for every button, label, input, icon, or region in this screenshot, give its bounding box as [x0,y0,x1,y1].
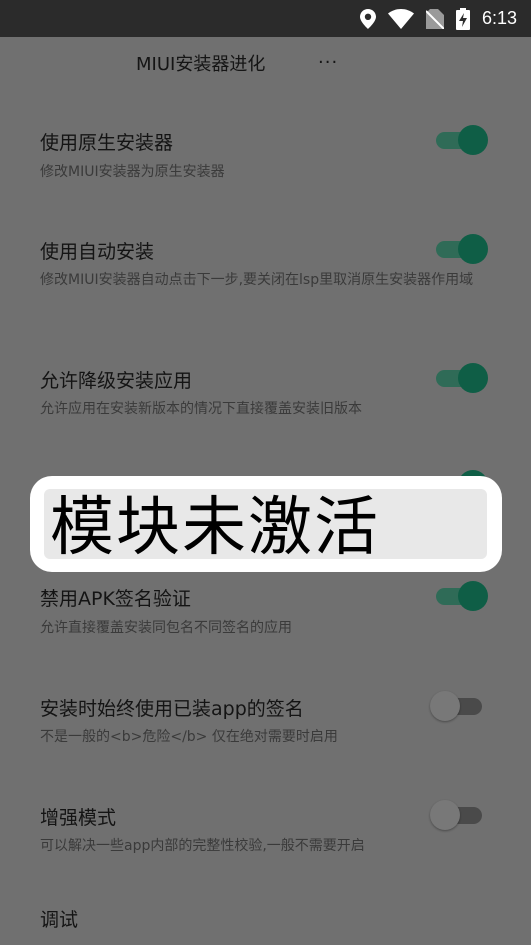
status-icons: 6:13 [359,6,517,31]
status-bar: 6:13 [0,0,531,37]
setting-subtitle: 可以解决一些app内部的完整性校验,一般不需要开启 [40,838,365,854]
setting-subtitle: 不是一般的<b>危险</b> 仅在绝对需要时启用 [40,729,338,745]
setting-title: 使用原生安装器 [40,132,174,154]
setting-subtitle: 允许直接覆盖安装同包名不同签名的应用 [40,620,292,636]
page-title: MIUI安装器进化 [136,54,266,75]
app-bar: MIUI安装器进化 ... [0,37,531,85]
setting-use-native-installer[interactable]: 使用原生安装器 修改MIUI安装器为原生安装器 [0,110,531,200]
toast-body: 模块未激活 [44,489,487,564]
status-time: 6:13 [481,8,517,28]
setting-enhanced-mode[interactable]: 增强模式 可以解决一些app内部的完整性校验,一般不需要开启 [0,785,531,875]
toggle-switch[interactable] [432,234,488,264]
toggle-switch[interactable] [430,800,488,830]
setting-subtitle: 修改MIUI安装器自动点击下一步,要关闭在lsp里取消原生安装器作用域 [40,272,474,288]
battery-charging-icon [455,7,470,30]
toggle-switch[interactable] [430,691,488,721]
setting-subtitle: 修改MIUI安装器为原生安装器 [40,164,225,180]
wifi-icon [387,8,414,29]
setting-debug[interactable]: 调试 [0,890,531,945]
toggle-switch[interactable] [432,125,488,155]
setting-subtitle: 允许应用在安装新版本的情况下直接覆盖安装旧版本 [40,401,362,417]
toggle-switch[interactable] [432,581,488,611]
toast-message: 模块未激活 [30,476,502,572]
setting-use-installed-signature[interactable]: 安装时始终使用已装app的签名 不是一般的<b>危险</b> 仅在绝对需要时启用 [0,676,531,766]
setting-allow-downgrade[interactable]: 允许降级安装应用 允许应用在安装新版本的情况下直接覆盖安装旧版本 [0,348,531,438]
no-sim-icon [425,8,444,29]
setting-title: 增强模式 [40,807,117,829]
overflow-menu-button[interactable]: ... [318,47,338,68]
setting-title: 安装时始终使用已装app的签名 [40,698,304,720]
location-icon [359,8,376,29]
setting-disable-apk-signature[interactable]: 禁用APK签名验证 允许直接覆盖安装同包名不同签名的应用 [0,566,531,656]
setting-title: 允许降级安装应用 [40,370,193,392]
setting-title: 使用自动安装 [40,241,155,263]
toggle-switch[interactable] [432,363,488,393]
setting-title: 调试 [40,909,79,931]
setting-title: 禁用APK签名验证 [40,588,191,610]
setting-auto-install[interactable]: 使用自动安装 修改MIUI安装器自动点击下一步,要关闭在lsp里取消原生安装器作… [0,219,531,319]
toast-text: 模块未激活 [50,491,380,565]
